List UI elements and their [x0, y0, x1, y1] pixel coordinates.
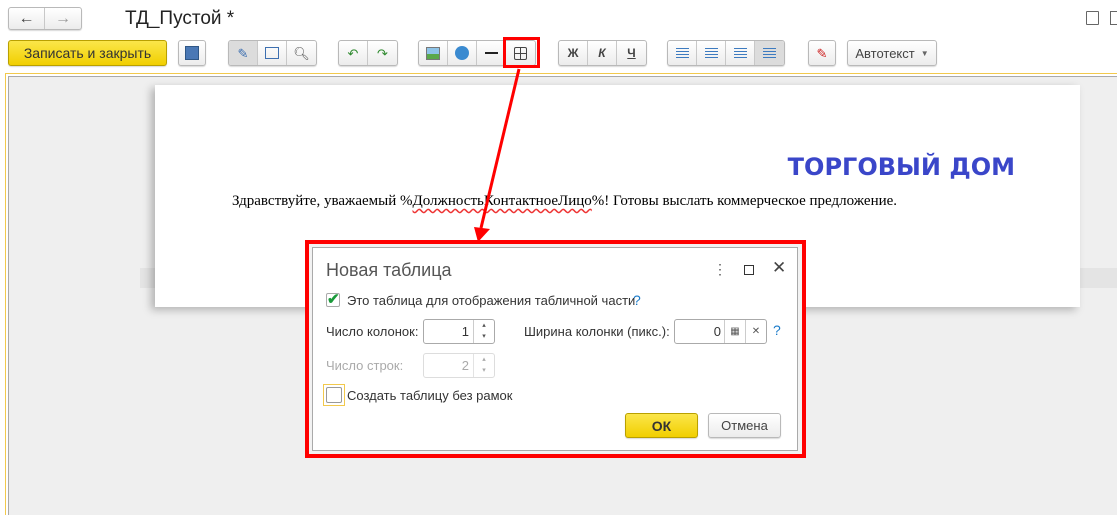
tabular-checkbox-label: Это таблица для отображения табличной ча… — [347, 293, 636, 308]
calculator-icon[interactable]: ▦ — [724, 320, 745, 343]
width-label: Ширина колонки (пикс.): — [524, 324, 670, 339]
ok-button[interactable]: ОК — [625, 413, 698, 438]
rows-stepper[interactable]: ▴ ▾ — [473, 354, 494, 377]
arrow-line — [479, 68, 521, 229]
columns-input[interactable]: 1 ▴ ▾ — [423, 319, 495, 344]
checkmark-icon: ✔ — [327, 291, 340, 308]
dialog-title: Новая таблица — [326, 260, 452, 280]
clear-icon[interactable]: ✕ — [745, 320, 766, 343]
columns-value: 1 — [461, 324, 469, 339]
width-input[interactable]: 0 ▦ ✕ — [674, 319, 767, 344]
help-icon[interactable]: ? — [633, 292, 641, 308]
close-icon[interactable]: ✕ — [772, 258, 786, 278]
maximize-icon[interactable] — [744, 265, 754, 275]
width-help-icon[interactable]: ? — [773, 322, 781, 338]
tabular-checkbox[interactable]: ✔ — [326, 291, 340, 308]
width-value: 0 — [713, 324, 721, 339]
rows-value: 2 — [461, 358, 469, 373]
columns-stepper[interactable]: ▴ ▾ — [473, 320, 494, 343]
no-border-checkbox[interactable] — [326, 387, 342, 403]
rows-label: Число строк: — [326, 358, 404, 373]
new-table-dialog: Новая таблица ⋮ ✕ ✔ Это таблица для отоб… — [312, 247, 798, 451]
cancel-button[interactable]: Отмена — [708, 413, 781, 438]
columns-label: Число колонок: — [326, 324, 419, 339]
rows-input[interactable]: 2 ▴ ▾ — [423, 353, 495, 378]
more-options-icon[interactable]: ⋮ — [713, 261, 727, 278]
no-border-label: Создать таблицу без рамок — [347, 388, 513, 403]
